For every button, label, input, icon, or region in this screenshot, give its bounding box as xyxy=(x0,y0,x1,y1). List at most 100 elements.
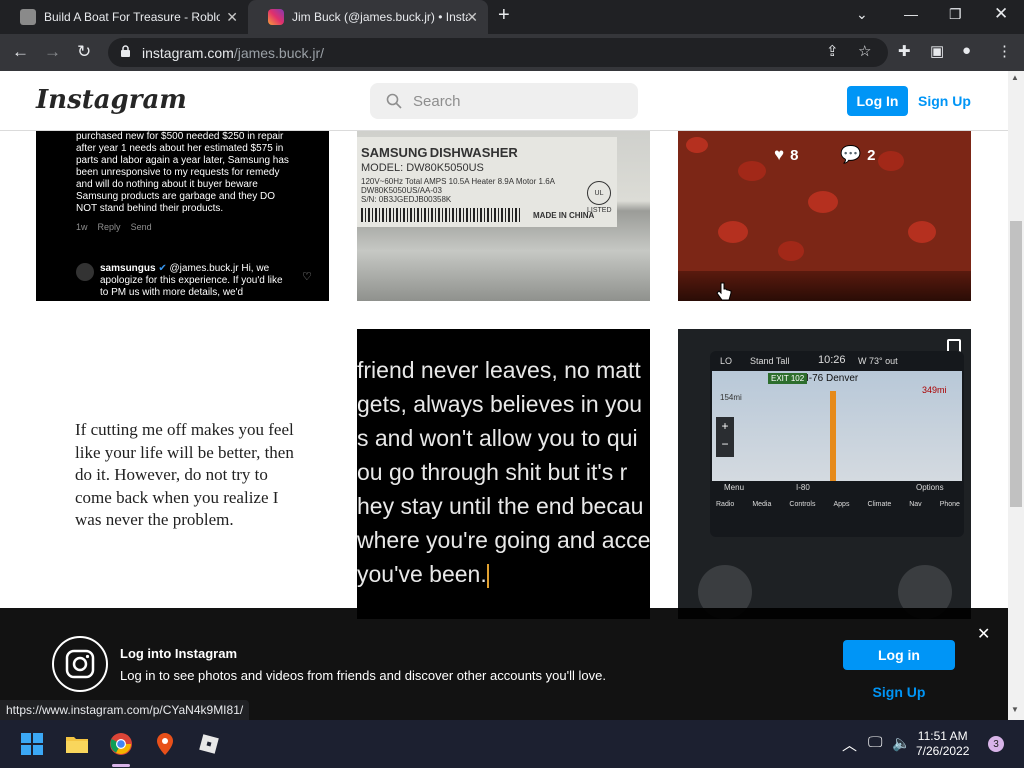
label-brand: SAMSUNG xyxy=(361,145,428,160)
label-listed: LISTED xyxy=(587,207,612,214)
nav-map: EXIT 102 I-76 Denver 349mi 154mi + − xyxy=(712,371,962,481)
label-product: DISHWASHER xyxy=(429,145,518,160)
nav-app-row: Radio Media Controls Apps Climate Nav Ph… xyxy=(716,501,960,508)
post-pizza[interactable]: ♥ 8 💬 2 xyxy=(678,131,971,301)
volume-icon[interactable]: 🔈 xyxy=(892,734,911,752)
file-explorer-icon[interactable] xyxy=(65,732,89,756)
nav-status-row: LO Stand Tall 10:26 W 73° out xyxy=(710,351,964,371)
nav-menu: Menu xyxy=(724,483,745,492)
tab-search-icon[interactable]: ⌄ xyxy=(856,6,868,23)
comment-text: purchased new for $500 needed $250 in re… xyxy=(76,131,289,214)
page-scrollbar[interactable]: ▲ ▼ xyxy=(1008,71,1024,720)
nav-dock: Menu I-80 Options Radio Media Controls A… xyxy=(710,481,964,537)
notification-badge[interactable]: 3 xyxy=(988,736,1004,752)
banner-signup-link[interactable]: Sign Up xyxy=(843,680,955,704)
pepperoni xyxy=(686,137,708,153)
nav-options: Options xyxy=(916,483,944,492)
lock-icon xyxy=(121,45,130,57)
nav-temp: W 73° out xyxy=(858,356,898,366)
post-dishwasher-label[interactable]: SAMSUNG DISHWASHER MODEL: DW80K5050US 12… xyxy=(357,131,650,301)
likes-overlay: ♥ 8 xyxy=(774,145,798,165)
search-input[interactable]: Search xyxy=(370,83,638,119)
maps-pin-icon[interactable] xyxy=(153,732,177,756)
nav-app: Phone xyxy=(939,501,960,508)
reply-username: samsungus xyxy=(100,263,156,274)
text-line: you've been. xyxy=(357,561,487,587)
hand-cursor-icon xyxy=(716,282,732,301)
scroll-up-icon[interactable]: ▲ xyxy=(1011,73,1019,82)
text-line: hey stay until the end becau xyxy=(357,493,644,519)
nav-mi: 154mi xyxy=(720,393,742,402)
comment-reply: Reply xyxy=(97,222,121,232)
bookmark-star-icon[interactable]: ☆ xyxy=(858,42,871,60)
minimize-button[interactable]: — xyxy=(904,6,918,22)
ul-logo: UL xyxy=(587,181,611,205)
window-close-button[interactable]: ✕ xyxy=(994,4,1008,24)
comment-meta: 1w Reply Send xyxy=(76,221,289,233)
nav-exit: EXIT 102 xyxy=(768,373,808,384)
instagram-logo[interactable]: Instagram xyxy=(36,85,187,115)
nav-route: I-76 Denver xyxy=(806,373,859,384)
banner-login-button[interactable]: Log in xyxy=(843,640,955,670)
comment-time: 1w xyxy=(76,222,88,232)
close-icon[interactable]: ✕ xyxy=(226,9,238,26)
url-host: instagram.com xyxy=(142,44,234,61)
close-icon[interactable]: ✕ xyxy=(466,9,478,26)
search-icon xyxy=(386,93,402,109)
extensions-icon[interactable]: ✚ xyxy=(898,42,911,60)
network-icon[interactable]: 🖵 xyxy=(868,734,882,751)
roblox-icon[interactable] xyxy=(197,732,221,756)
windows-start-icon[interactable] xyxy=(20,732,44,756)
tab-roblox[interactable]: Build A Boat For Treasure - Roblo ✕ xyxy=(0,0,248,34)
active-app-indicator xyxy=(112,764,130,767)
signup-link[interactable]: Sign Up xyxy=(918,86,971,116)
post-quote[interactable]: If cutting me off makes you feel like yo… xyxy=(36,329,329,619)
browser-toolbar: ← → ↻ instagram.com/james.buck.jr/ ⇪ ☆ ✚… xyxy=(0,34,1024,71)
nav-road: I-80 xyxy=(796,483,810,492)
banner-title: Log into Instagram xyxy=(120,646,237,661)
back-button[interactable]: ← xyxy=(12,42,29,62)
chevron-up-icon[interactable]: ︿ xyxy=(842,734,857,755)
restore-button[interactable]: ❐ xyxy=(949,6,962,23)
label-serial: S/N: 0B3JGEDJB00358K xyxy=(361,195,452,204)
taskbar-clock[interactable]: 11:51 AM 7/26/2022 xyxy=(916,729,969,759)
nav-screen: LO Stand Tall 10:26 W 73° out EXIT 102 I… xyxy=(710,351,964,537)
nav-stand: Stand Tall xyxy=(750,356,790,366)
barcode xyxy=(361,208,521,222)
nav-app: Apps xyxy=(833,501,850,508)
text-cursor xyxy=(486,563,489,588)
nav-app: Controls xyxy=(789,501,816,508)
post-car-navigation[interactable]: LO Stand Tall 10:26 W 73° out EXIT 102 I… xyxy=(678,329,971,619)
url-path: /james.buck.jr/ xyxy=(233,44,325,61)
tab-instagram[interactable]: Jim Buck (@james.buck.jr) • Insta ✕ xyxy=(248,0,488,34)
clock-date: 7/26/2022 xyxy=(916,744,970,758)
nav-app: Nav xyxy=(909,501,922,508)
post-friendship-text[interactable]: friend never leaves, no matt gets, alway… xyxy=(357,329,650,619)
side-panel-icon[interactable]: ▣ xyxy=(930,42,944,60)
address-bar[interactable]: instagram.com/james.buck.jr/ xyxy=(108,38,888,67)
scrollbar-thumb[interactable] xyxy=(1010,221,1022,507)
close-icon[interactable]: ✕ xyxy=(977,624,990,644)
forward-button[interactable]: → xyxy=(44,42,61,62)
comment-count: 2 xyxy=(867,146,876,164)
share-icon[interactable]: ⇪ xyxy=(826,42,839,60)
chrome-icon[interactable] xyxy=(109,732,133,756)
pepperoni xyxy=(908,221,936,243)
profile-icon[interactable]: ● xyxy=(962,42,971,59)
heart-icon: ♥ xyxy=(774,145,785,164)
post-comment-screenshot[interactable]: purchased new for $500 needed $250 in re… xyxy=(36,131,329,301)
login-button[interactable]: Log In xyxy=(847,86,908,116)
pepperoni xyxy=(878,151,904,171)
route-line xyxy=(830,391,836,481)
instagram-icon xyxy=(52,636,108,692)
reply-block: samsungus ✔ @james.buck.jr Hi, we apolog… xyxy=(100,263,290,299)
comment-icon: 💬 xyxy=(840,145,862,164)
label-model: MODEL: DW80K5050US xyxy=(361,162,484,174)
label-made-in: MADE IN CHINA xyxy=(533,211,595,220)
menu-icon[interactable]: ⋮ xyxy=(997,42,1012,60)
new-tab-button[interactable]: + xyxy=(498,4,510,27)
reload-button[interactable]: ↻ xyxy=(77,42,91,62)
text-line: gets, always believes in you xyxy=(357,391,643,417)
pepperoni xyxy=(718,221,748,243)
scroll-down-icon[interactable]: ▼ xyxy=(1011,705,1019,714)
